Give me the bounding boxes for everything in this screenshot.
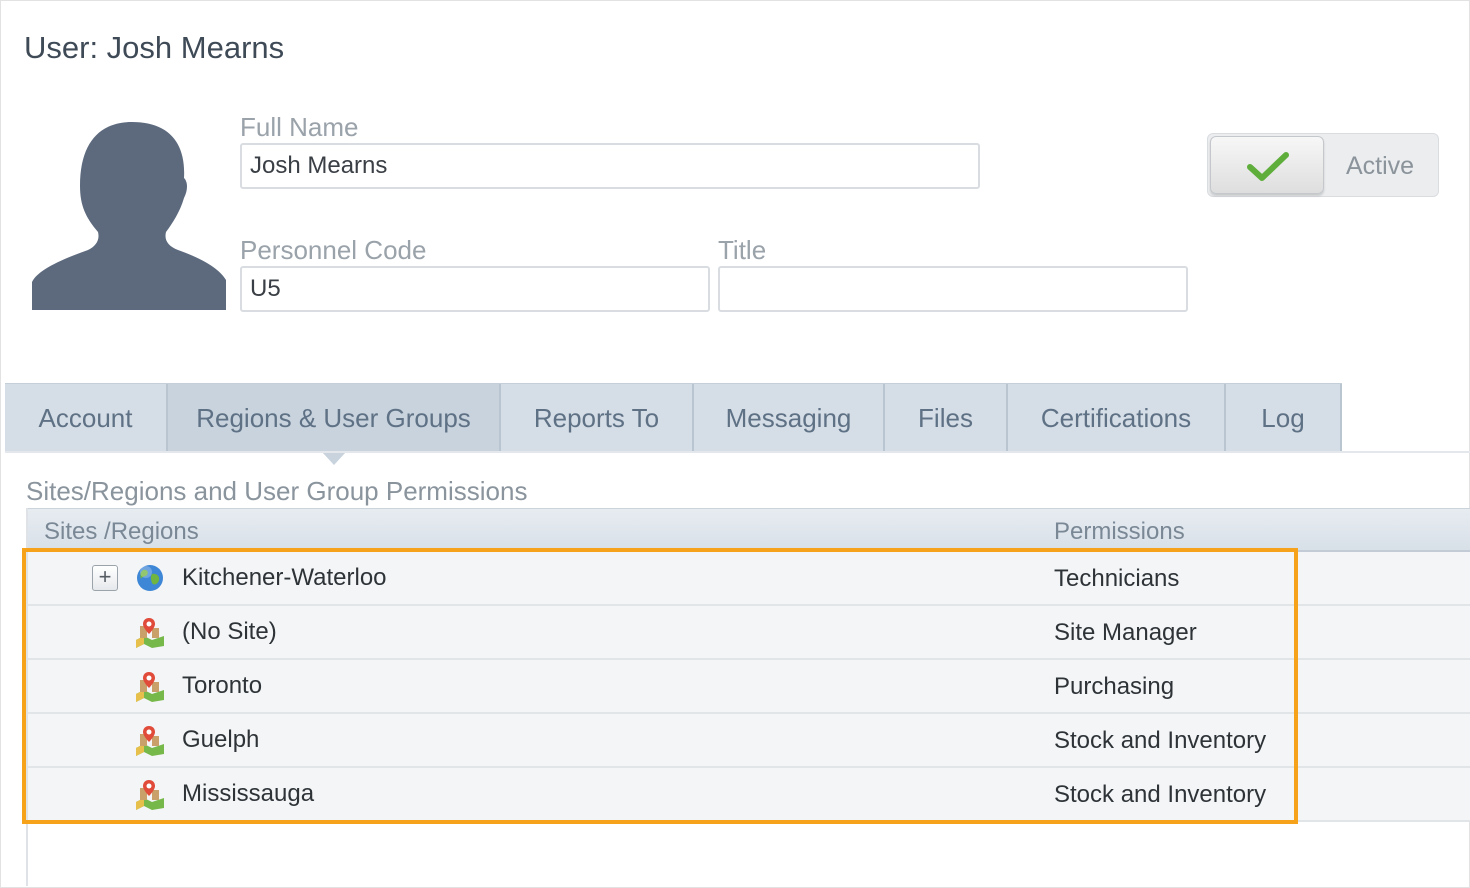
tab-divider (5, 451, 1470, 453)
site-name: Toronto (182, 672, 263, 699)
permissions-grid: Sites /Regions Permissions + Kitchener-W… (26, 508, 1470, 886)
tab-label: Log (1261, 402, 1305, 433)
site-name: Mississauga (182, 780, 315, 807)
table-row[interactable]: Mississauga Stock and Inventory (28, 768, 1470, 822)
user-avatar-icon (32, 122, 226, 310)
site-name: (No Site) (182, 618, 277, 645)
site-name: Kitchener-Waterloo (182, 564, 387, 591)
page-title: User: Josh Mearns (24, 30, 285, 65)
permission-value: Purchasing (1054, 673, 1175, 700)
tab-reports-to[interactable]: Reports To (501, 384, 694, 452)
tab-files[interactable]: Files (885, 384, 1008, 452)
tab-bar: Account Regions & User Groups Reports To… (5, 383, 1342, 465)
site-name: Guelph (182, 726, 260, 753)
tab-account[interactable]: Account (5, 384, 168, 452)
site-map-icon (136, 618, 164, 648)
site-map-icon (136, 780, 164, 810)
table-row[interactable]: Guelph Stock and Inventory (28, 714, 1470, 768)
grid-header: Sites /Regions Permissions (28, 508, 1470, 552)
tab-log[interactable]: Log (1226, 384, 1342, 452)
tab-label: Certifications (1040, 402, 1192, 433)
expand-icon[interactable]: + (92, 565, 118, 591)
table-row[interactable]: + Kitchener-Waterloo Technicians (28, 552, 1470, 606)
title-input[interactable] (718, 266, 1188, 312)
tab-messaging[interactable]: Messaging (694, 384, 885, 452)
globe-icon (137, 565, 163, 591)
column-header-sites[interactable]: Sites /Regions (44, 518, 199, 546)
permission-value: Stock and Inventory (1054, 781, 1267, 808)
tab-label: Files (918, 402, 973, 433)
permission-value: Technicians (1054, 565, 1180, 592)
table-row[interactable]: (No Site) Site Manager (28, 606, 1470, 660)
site-map-icon (136, 726, 164, 756)
active-label: Active (1346, 152, 1415, 180)
tab-certifications[interactable]: Certifications (1008, 384, 1226, 452)
tab-label: Regions & User Groups (196, 402, 471, 433)
section-title: Sites/Regions and User Group Permissions (26, 476, 528, 506)
full-name-input[interactable] (240, 143, 980, 189)
site-map-icon (136, 672, 164, 702)
table-row[interactable]: Toronto Purchasing (28, 660, 1470, 714)
column-header-permissions[interactable]: Permissions (1054, 518, 1185, 546)
tab-label: Messaging (725, 402, 852, 433)
tab-regions-user-groups[interactable]: Regions & User Groups (168, 384, 501, 465)
permission-value: Stock and Inventory (1054, 727, 1267, 754)
active-toggle[interactable]: Active (1207, 133, 1439, 197)
permission-value: Site Manager (1054, 619, 1197, 646)
tab-label: Account (38, 402, 133, 433)
full-name-label: Full Name (240, 112, 359, 142)
checkmark-icon (1247, 152, 1289, 181)
active-tab-pointer (321, 452, 346, 465)
personnel-code-label: Personnel Code (240, 235, 427, 265)
tab-label: Reports To (533, 402, 660, 433)
title-label: Title (718, 235, 767, 265)
personnel-code-input[interactable] (240, 266, 710, 312)
active-toggle-knob[interactable] (1210, 136, 1324, 194)
